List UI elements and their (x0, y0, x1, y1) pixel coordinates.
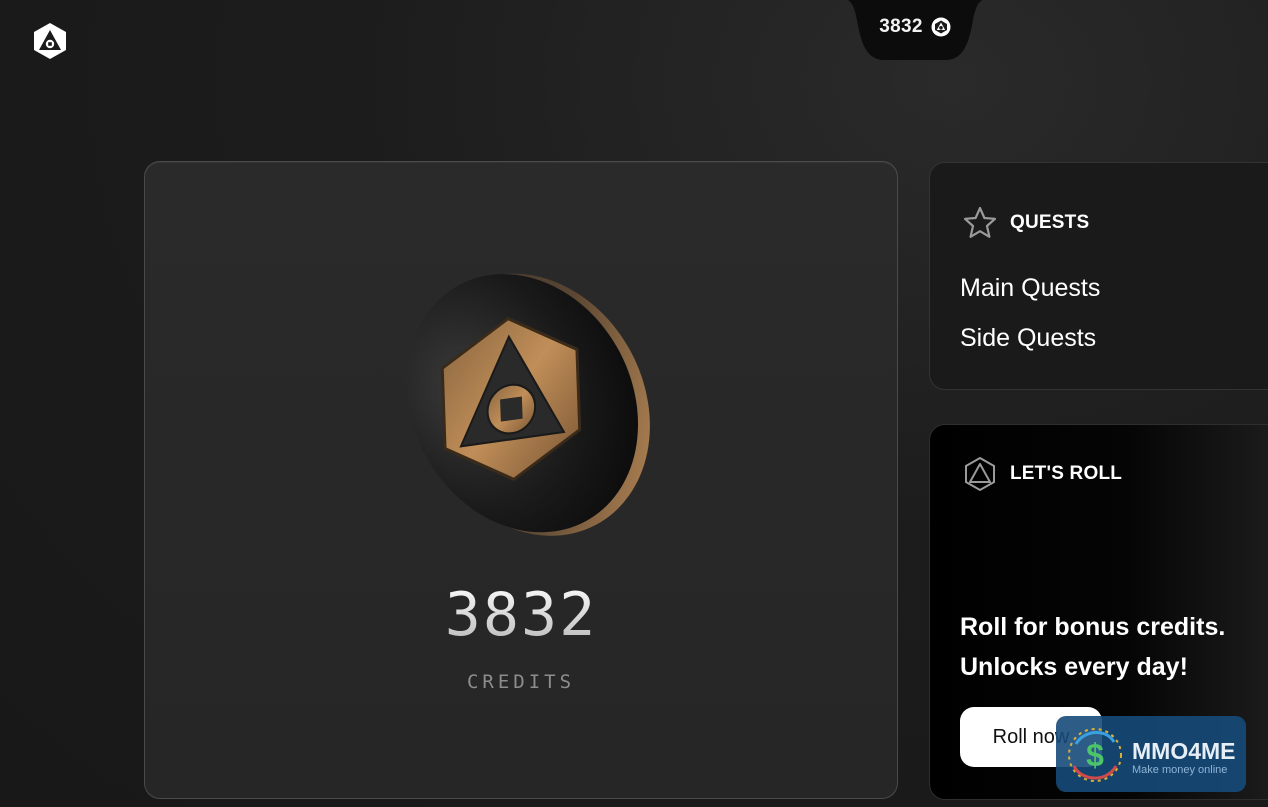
watermark-title: MMO4ME (1132, 738, 1236, 764)
coin-logo-icon (931, 17, 951, 37)
app-logo-icon[interactable] (30, 21, 70, 61)
main-quests-link[interactable]: Main Quests (960, 274, 1100, 303)
balance-pill[interactable]: 3832 (842, 0, 988, 60)
credits-value: 3832 (145, 580, 897, 650)
star-icon (963, 206, 997, 238)
credits-label: CREDITS (466, 671, 576, 693)
roll-header: LET'S ROLL (962, 456, 1122, 492)
watermark-subtitle: Make money online (1132, 764, 1228, 776)
quests-header: QUESTS (962, 205, 1089, 241)
emblem-dollar-text: $ (1086, 737, 1104, 773)
mmo4me-watermark: $ MMO4ME Make money online (1056, 716, 1246, 792)
quests-card: QUESTS Main Quests Side Quests (929, 162, 1268, 390)
balance-value: 3832 (879, 16, 923, 37)
hexagon-triangle-icon (965, 456, 995, 492)
page: 3832 3832 CREDITS QUESTS Main Quests Sid… (0, 0, 1268, 807)
roll-title: LET'S ROLL (1010, 463, 1123, 484)
credits-card: 3832 CREDITS (144, 161, 898, 799)
bronze-coin-image (406, 273, 650, 536)
side-quests-link[interactable]: Side Quests (960, 324, 1096, 353)
roll-description-line-2: Unlocks every day! (960, 653, 1188, 681)
roll-description-line-1: Roll for bonus credits. (960, 613, 1226, 641)
quests-title: QUESTS (1010, 212, 1090, 233)
dollar-emblem-icon: $ (1068, 728, 1122, 782)
